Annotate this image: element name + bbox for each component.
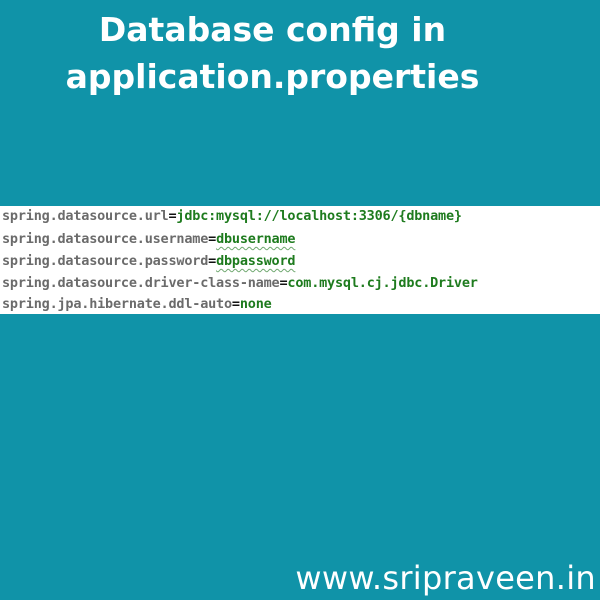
code-equals: = bbox=[231, 296, 240, 312]
code-line-password: spring.datasource.password=dbpassword bbox=[2, 253, 296, 269]
code-value: dbusername bbox=[216, 231, 296, 247]
code-value: dbpassword bbox=[216, 253, 296, 269]
code-snippet-panel: spring.datasource.url = jdbc:mysql://local… bbox=[0, 206, 600, 314]
title-line-2: application.properties bbox=[65, 57, 480, 96]
code-key: spring.datasource.password bbox=[2, 253, 209, 269]
code-key: spring.jpa.hibernate.ddl-auto bbox=[2, 296, 232, 312]
code-key: spring.datasource.driver-class-name bbox=[2, 275, 280, 291]
title-line-1: Database config in bbox=[98, 10, 447, 49]
code-value: jdbc:mysql://localhost:3306/{dbname} bbox=[176, 208, 462, 224]
page-title: Database config in application.propertie… bbox=[0, 6, 545, 100]
code-line-username: spring.datasource.username=dbusername bbox=[2, 231, 296, 247]
website-link[interactable]: www.sripraveen.in bbox=[295, 556, 596, 600]
code-key: spring.datasource.username bbox=[2, 231, 209, 247]
code-line-url: spring.datasource.url=jdbc:mysql://local… bbox=[2, 208, 462, 224]
code-line-ddl-auto: spring.jpa.hibernate.ddl-auto=none bbox=[2, 296, 272, 312]
code-value: com.mysql.cj.jdbc.Driver bbox=[287, 275, 478, 291]
code-key: spring.datasource.url bbox=[2, 208, 169, 224]
code-line-driver: spring.datasource.driver-class-name=com.… bbox=[2, 275, 478, 291]
code-value: none bbox=[239, 296, 272, 312]
code-equals: = bbox=[208, 253, 217, 269]
code-equals: = bbox=[208, 231, 217, 247]
